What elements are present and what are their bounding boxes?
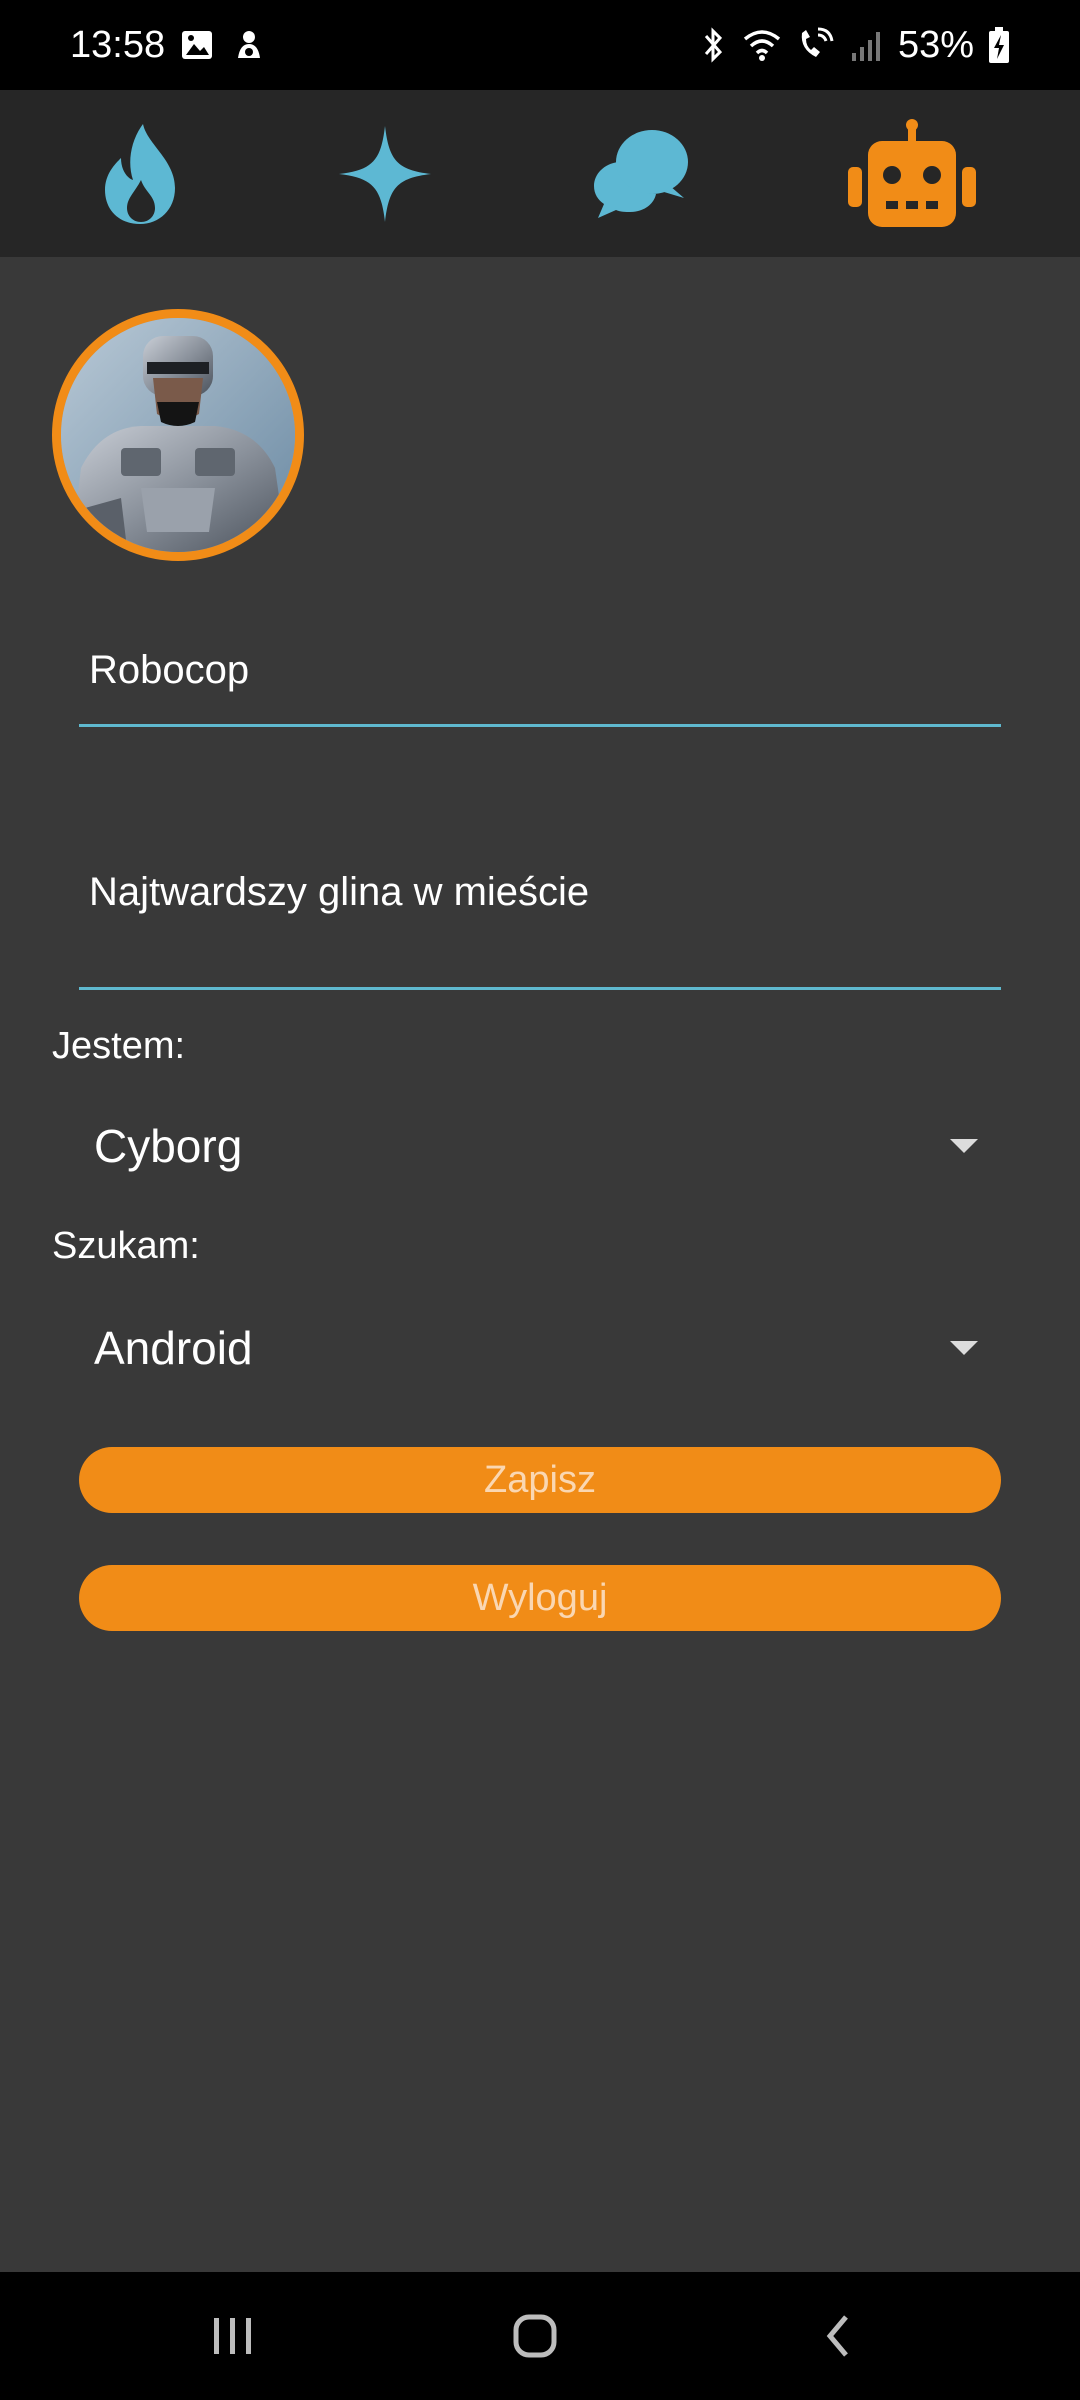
status-notification-icons (180, 28, 266, 62)
seeking-label: Szukam: (52, 1225, 200, 1267)
back-button[interactable] (778, 2296, 898, 2376)
iam-select-value: Cyborg (94, 1120, 243, 1172)
nav-tab-discover[interactable] (60, 90, 220, 257)
dropdown-arrow-icon (950, 1341, 978, 1355)
description-field[interactable] (79, 817, 1001, 990)
chat-bubbles-icon (594, 129, 688, 218)
recents-button[interactable] (173, 2296, 293, 2376)
avatar[interactable] (52, 309, 304, 561)
home-button[interactable] (475, 2296, 595, 2376)
iam-select[interactable]: Cyborg (79, 1097, 1001, 1197)
bluetooth-icon (704, 27, 722, 63)
status-time: 13:58 (70, 24, 166, 66)
wifi-calling-icon (801, 27, 834, 57)
app-notification-icon (238, 31, 260, 58)
nav-tab-profile[interactable] (832, 90, 992, 257)
back-icon (826, 2315, 848, 2357)
status-system-icons: 53% (698, 22, 1010, 68)
name-input[interactable] (79, 620, 1001, 720)
battery-percent: 53% (897, 24, 974, 66)
recents-icon (214, 2318, 251, 2354)
system-nav-bar (0, 2272, 1080, 2400)
iam-label: Jestem: (52, 1025, 186, 1067)
sparkle-icon (339, 125, 431, 222)
name-field[interactable] (79, 620, 1001, 727)
battery-charging-icon (989, 27, 1009, 63)
seeking-select[interactable]: Android (79, 1299, 1001, 1399)
save-button[interactable]: Zapisz (79, 1447, 1001, 1513)
nav-tab-featured[interactable] (305, 90, 465, 257)
seeking-select-value: Android (94, 1322, 253, 1374)
signal-icon (851, 32, 880, 61)
image-notification-icon (182, 31, 212, 59)
status-bar: 13:58 53% (0, 0, 1080, 90)
avatar-image (61, 318, 295, 552)
flame-icon (105, 123, 175, 224)
description-input[interactable] (79, 817, 1001, 967)
logout-button[interactable]: Wyloguj (79, 1565, 1001, 1631)
robot-icon (848, 118, 976, 227)
dropdown-arrow-icon (950, 1139, 978, 1153)
nav-tab-messages[interactable] (560, 90, 720, 257)
profile-screen: Jestem: Cyborg Szukam: Android Zapisz Wy… (0, 257, 1080, 2272)
top-nav (0, 90, 1080, 257)
wifi-icon (743, 30, 781, 61)
home-icon (513, 2314, 557, 2358)
